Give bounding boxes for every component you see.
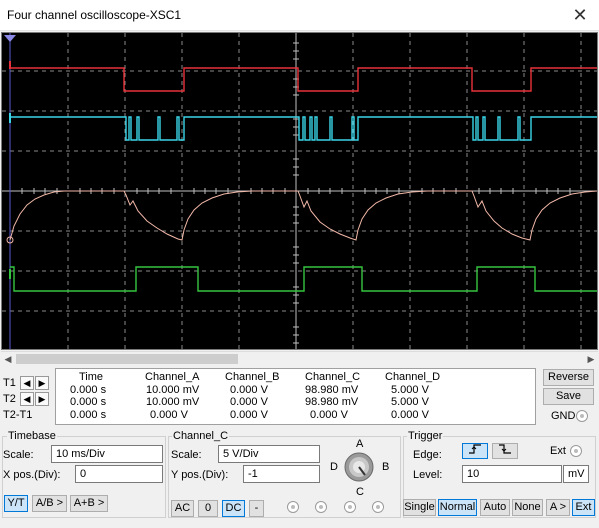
- ab-mode-button[interactable]: A/B >: [32, 495, 67, 512]
- cursor-row-t1: T1 ◀ ▶: [3, 376, 49, 390]
- trigger-label: Trigger: [407, 430, 444, 442]
- none-mode-button[interactable]: None: [512, 499, 543, 516]
- falling-edge-icon[interactable]: [492, 443, 518, 459]
- readout-header: Channel_D: [385, 371, 441, 383]
- readout-cell: 10.000 mV: [146, 396, 200, 408]
- ext-label: Ext: [550, 445, 566, 457]
- arrow-right-icon[interactable]: ▶: [35, 376, 49, 390]
- trigger-source-ext-button[interactable]: Ext: [572, 499, 595, 516]
- knob-label-b: B: [382, 461, 390, 473]
- arrow-left-icon[interactable]: ◀: [20, 376, 34, 390]
- trigger-level-unit[interactable]: mV: [563, 465, 589, 483]
- readout-cell: 0.000 s: [70, 384, 107, 396]
- readout-header: Channel_B: [225, 371, 280, 383]
- cursor-row-delta: T2-T1: [3, 408, 43, 422]
- readout-cell: 5.000 V: [391, 396, 429, 408]
- trigger-source-a-button[interactable]: A >: [546, 499, 570, 516]
- cursor-label: T1: [3, 377, 16, 389]
- level-label: Level:: [413, 469, 443, 481]
- readout-cell: 0.000 V: [150, 409, 188, 421]
- timebase-scale-field[interactable]: 10 ms/Div: [51, 445, 163, 463]
- channel-label: Channel_C: [172, 430, 230, 442]
- rising-edge-icon[interactable]: [462, 443, 488, 459]
- channel-scale-label: Scale:: [171, 449, 202, 461]
- readout-cell: 98.980 mV: [305, 396, 359, 408]
- ypos-label: Y pos.(Div):: [171, 469, 229, 481]
- channel-selector-knob[interactable]: [343, 451, 375, 483]
- timebase-scale-label: Scale:: [3, 449, 34, 461]
- xpos-field[interactable]: 0: [75, 465, 163, 483]
- a-plus-b-mode-button[interactable]: A+B >: [70, 495, 108, 512]
- readout-cell: 0.000 V: [391, 409, 429, 421]
- cursor-label: T2-T1: [3, 409, 33, 421]
- cursor-t1-handle[interactable]: [4, 35, 16, 42]
- readout-cell: 0.000 V: [230, 384, 268, 396]
- window-title: Four channel oscilloscope-XSC1: [7, 8, 182, 22]
- readout-cell: 98.980 mV: [305, 384, 359, 396]
- close-icon[interactable]: ✕: [569, 4, 591, 26]
- edge-label: Edge:: [413, 449, 442, 461]
- measurement-readout: Time Channel_A Channel_B Channel_C Chann…: [55, 368, 536, 425]
- xpos-label: X pos.(Div):: [3, 469, 61, 481]
- ypos-field[interactable]: -1: [243, 465, 320, 483]
- readout-cell: 0.000 s: [70, 396, 107, 408]
- cursor-label: T2: [3, 393, 16, 405]
- arrow-left-icon[interactable]: ◀: [20, 392, 34, 406]
- timebase-label: Timebase: [7, 430, 57, 442]
- cursor-row-t2: T2 ◀ ▶: [3, 392, 49, 406]
- yt-mode-button[interactable]: Y/T: [4, 495, 28, 512]
- oscilloscope-screen: [1, 32, 598, 350]
- readout-cell: 0.000 s: [70, 409, 107, 421]
- title-bar: Four channel oscilloscope-XSC1 ✕: [0, 0, 599, 31]
- knob-label-a: A: [356, 438, 364, 450]
- readout-header: Time: [79, 371, 104, 383]
- channel-c-trace: [9, 190, 597, 241]
- arrow-right-icon[interactable]: ▶: [35, 392, 49, 406]
- reverse-button[interactable]: Reverse: [543, 369, 594, 386]
- auto-mode-button[interactable]: Auto: [480, 499, 510, 516]
- readout-cell: 10.000 mV: [146, 384, 200, 396]
- channel-terminal[interactable]: [372, 501, 384, 513]
- channel-terminal[interactable]: [315, 501, 327, 513]
- ext-trigger-terminal[interactable]: [570, 445, 582, 457]
- gnd-label: GND: [551, 410, 576, 422]
- readout-cell: 5.000 V: [391, 384, 429, 396]
- scroll-right-icon[interactable]: ▶: [584, 352, 598, 366]
- waveform-display: [2, 33, 597, 349]
- scrollbar-thumb[interactable]: [16, 354, 238, 364]
- scroll-left-icon[interactable]: ◀: [1, 352, 15, 366]
- readout-cell: 0.000 V: [230, 396, 268, 408]
- knob-label-c: C: [356, 486, 364, 498]
- readout-header: Channel_A: [145, 371, 200, 383]
- gnd-terminal[interactable]: [576, 410, 588, 422]
- horizontal-scrollbar[interactable]: ◀ ▶: [1, 351, 598, 365]
- channel-b-trace: [10, 116, 597, 141]
- channel-terminal[interactable]: [287, 501, 299, 513]
- ac-coupling-button[interactable]: AC: [171, 500, 194, 517]
- zero-coupling-button[interactable]: 0: [198, 500, 218, 517]
- readout-cell: 0.000 V: [310, 409, 348, 421]
- normal-mode-button[interactable]: Normal: [438, 499, 477, 516]
- channel-terminal[interactable]: [344, 501, 356, 513]
- trigger-level-field[interactable]: 10: [462, 465, 562, 483]
- channel-scale-field[interactable]: 5 V/Div: [218, 445, 320, 463]
- readout-cell: 0.000 V: [230, 409, 268, 421]
- invert-button[interactable]: -: [249, 500, 264, 517]
- cursor-controls: T1 ◀ ▶ T2 ◀ ▶ T2-T1: [1, 368, 55, 426]
- single-mode-button[interactable]: Single: [403, 499, 436, 516]
- readout-header: Channel_C: [305, 371, 361, 383]
- knob-label-d: D: [330, 461, 338, 473]
- dc-coupling-button[interactable]: DC: [222, 500, 245, 517]
- save-button[interactable]: Save: [543, 388, 594, 405]
